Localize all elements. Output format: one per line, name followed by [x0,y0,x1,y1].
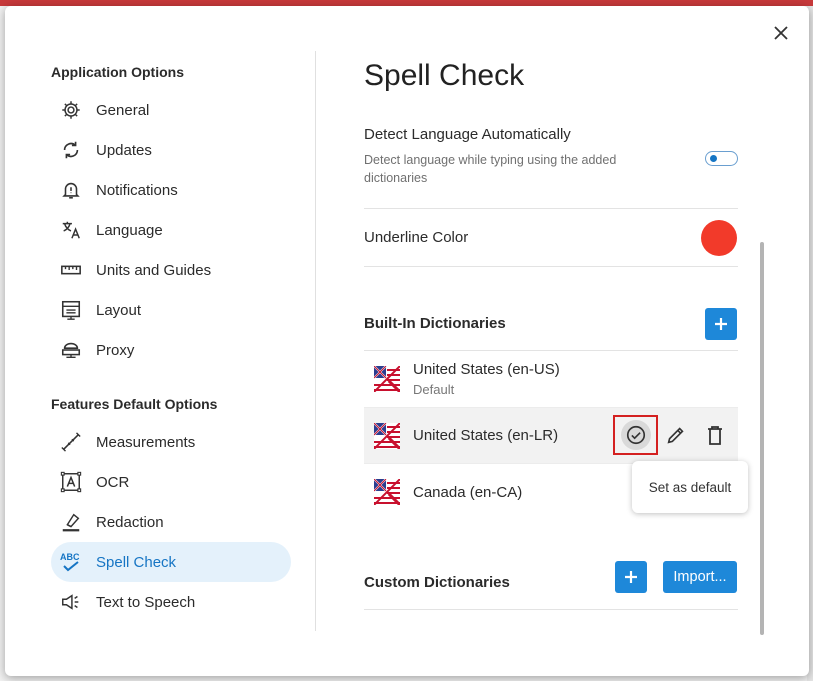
edit-dictionary-button[interactable] [664,423,688,447]
underline-color-label: Underline Color [364,229,469,246]
spellcheck-icon: ABC [59,550,83,574]
flag-icon [374,479,400,505]
detect-language-title: Detect Language Automatically [364,126,571,143]
close-button[interactable] [771,23,791,43]
ocr-icon [59,470,83,494]
sidebar-item-language[interactable]: Language [51,210,291,250]
sidebar-item-label: Measurements [96,433,196,451]
underline-color-row: Underline Color [364,209,738,267]
builtin-dictionaries-label: Built-In Dictionaries [364,315,506,332]
import-button[interactable]: Import... [663,561,737,593]
page-title: Spell Check [364,59,525,92]
sidebar-divider [315,51,316,631]
detect-language-description: Detect language while typing using the a… [364,153,617,185]
sidebar-item-redaction[interactable]: Redaction [51,502,291,542]
sidebar-item-label: Layout [96,301,142,319]
settings-content: Spell Check Detect Language Automaticall… [364,46,738,610]
sidebar-item-label: Redaction [96,513,164,531]
settings-dialog: Application Options General Updates Noti… [5,6,809,676]
settings-sidebar: Application Options General Updates Noti… [51,60,291,622]
sidebar-item-ocr[interactable]: OCR [51,462,291,502]
sidebar-item-proxy[interactable]: Proxy [51,330,291,370]
dictionary-row-en-us[interactable]: United States (en-US) Default [364,351,738,408]
sidebar-item-measurements[interactable]: Measurements [51,422,291,462]
sidebar-item-label: Units and Guides [96,261,212,279]
delete-dictionary-button[interactable] [703,423,727,447]
detect-language-toggle[interactable] [705,151,738,166]
set-default-button[interactable] [613,415,658,455]
add-builtin-dictionary-button[interactable] [705,308,737,340]
sync-icon [59,138,83,162]
measure-icon [59,430,83,454]
dictionary-row-en-lr[interactable]: United States (en-LR) [364,408,738,464]
default-badge: Default [413,382,455,397]
sidebar-item-label: General [96,101,150,119]
svg-text:ABC: ABC [60,552,80,562]
eraser-icon [59,510,83,534]
flag-icon [374,366,400,392]
sidebar-item-label: Proxy [96,341,135,359]
builtin-dictionaries-header: Built-In Dictionaries [364,267,738,351]
trash-icon [708,426,722,445]
sidebar-item-updates[interactable]: Updates [51,130,291,170]
custom-dictionaries-label: Custom Dictionaries [364,574,510,591]
sidebar-item-label: Updates [96,141,152,159]
dictionary-name: United States (en-LR) [413,427,559,444]
bell-icon [59,178,83,202]
sidebar-item-spell-check[interactable]: ABC Spell Check [51,542,291,582]
sidebar-item-label: Spell Check [96,553,177,571]
plus-icon [625,571,637,583]
sidebar-item-general[interactable]: General [51,90,291,130]
check-circle-icon [626,425,645,445]
sidebar-item-label: Text to Speech [96,593,196,611]
content-scrollbar[interactable] [760,242,764,635]
close-icon [774,26,788,40]
ruler-icon [59,258,83,282]
sidebar-item-label: Language [96,221,163,239]
sidebar-item-layout[interactable]: Layout [51,290,291,330]
dictionary-name: Canada (en-CA) [413,483,523,501]
sidebar-item-units-and-guides[interactable]: Units and Guides [51,250,291,290]
plus-icon [715,318,727,330]
pencil-icon [667,427,684,444]
flag-icon [374,422,400,449]
sidebar-item-text-to-speech[interactable]: Text to Speech [51,582,291,622]
sidebar-item-label: OCR [96,473,130,491]
sidebar-item-label: Notifications [96,181,178,199]
section-heading-application: Application Options [51,64,184,80]
gear-icon [59,98,83,122]
underline-color-swatch[interactable] [701,220,737,256]
proxy-icon [59,338,83,362]
set-default-tooltip: Set as default [632,461,748,513]
custom-dictionaries-header: Custom Dictionaries Import... [364,520,738,610]
detect-language-row: Detect Language Automatically Detect lan… [364,106,738,209]
section-heading-features: Features Default Options [51,396,218,412]
layout-icon [59,298,83,322]
toggle-knob [710,155,717,162]
speaker-icon [59,590,83,614]
add-custom-dictionary-button[interactable] [615,561,647,593]
dictionary-name: United States (en-US) [413,361,560,378]
translate-icon [59,218,83,242]
sidebar-item-notifications[interactable]: Notifications [51,170,291,210]
